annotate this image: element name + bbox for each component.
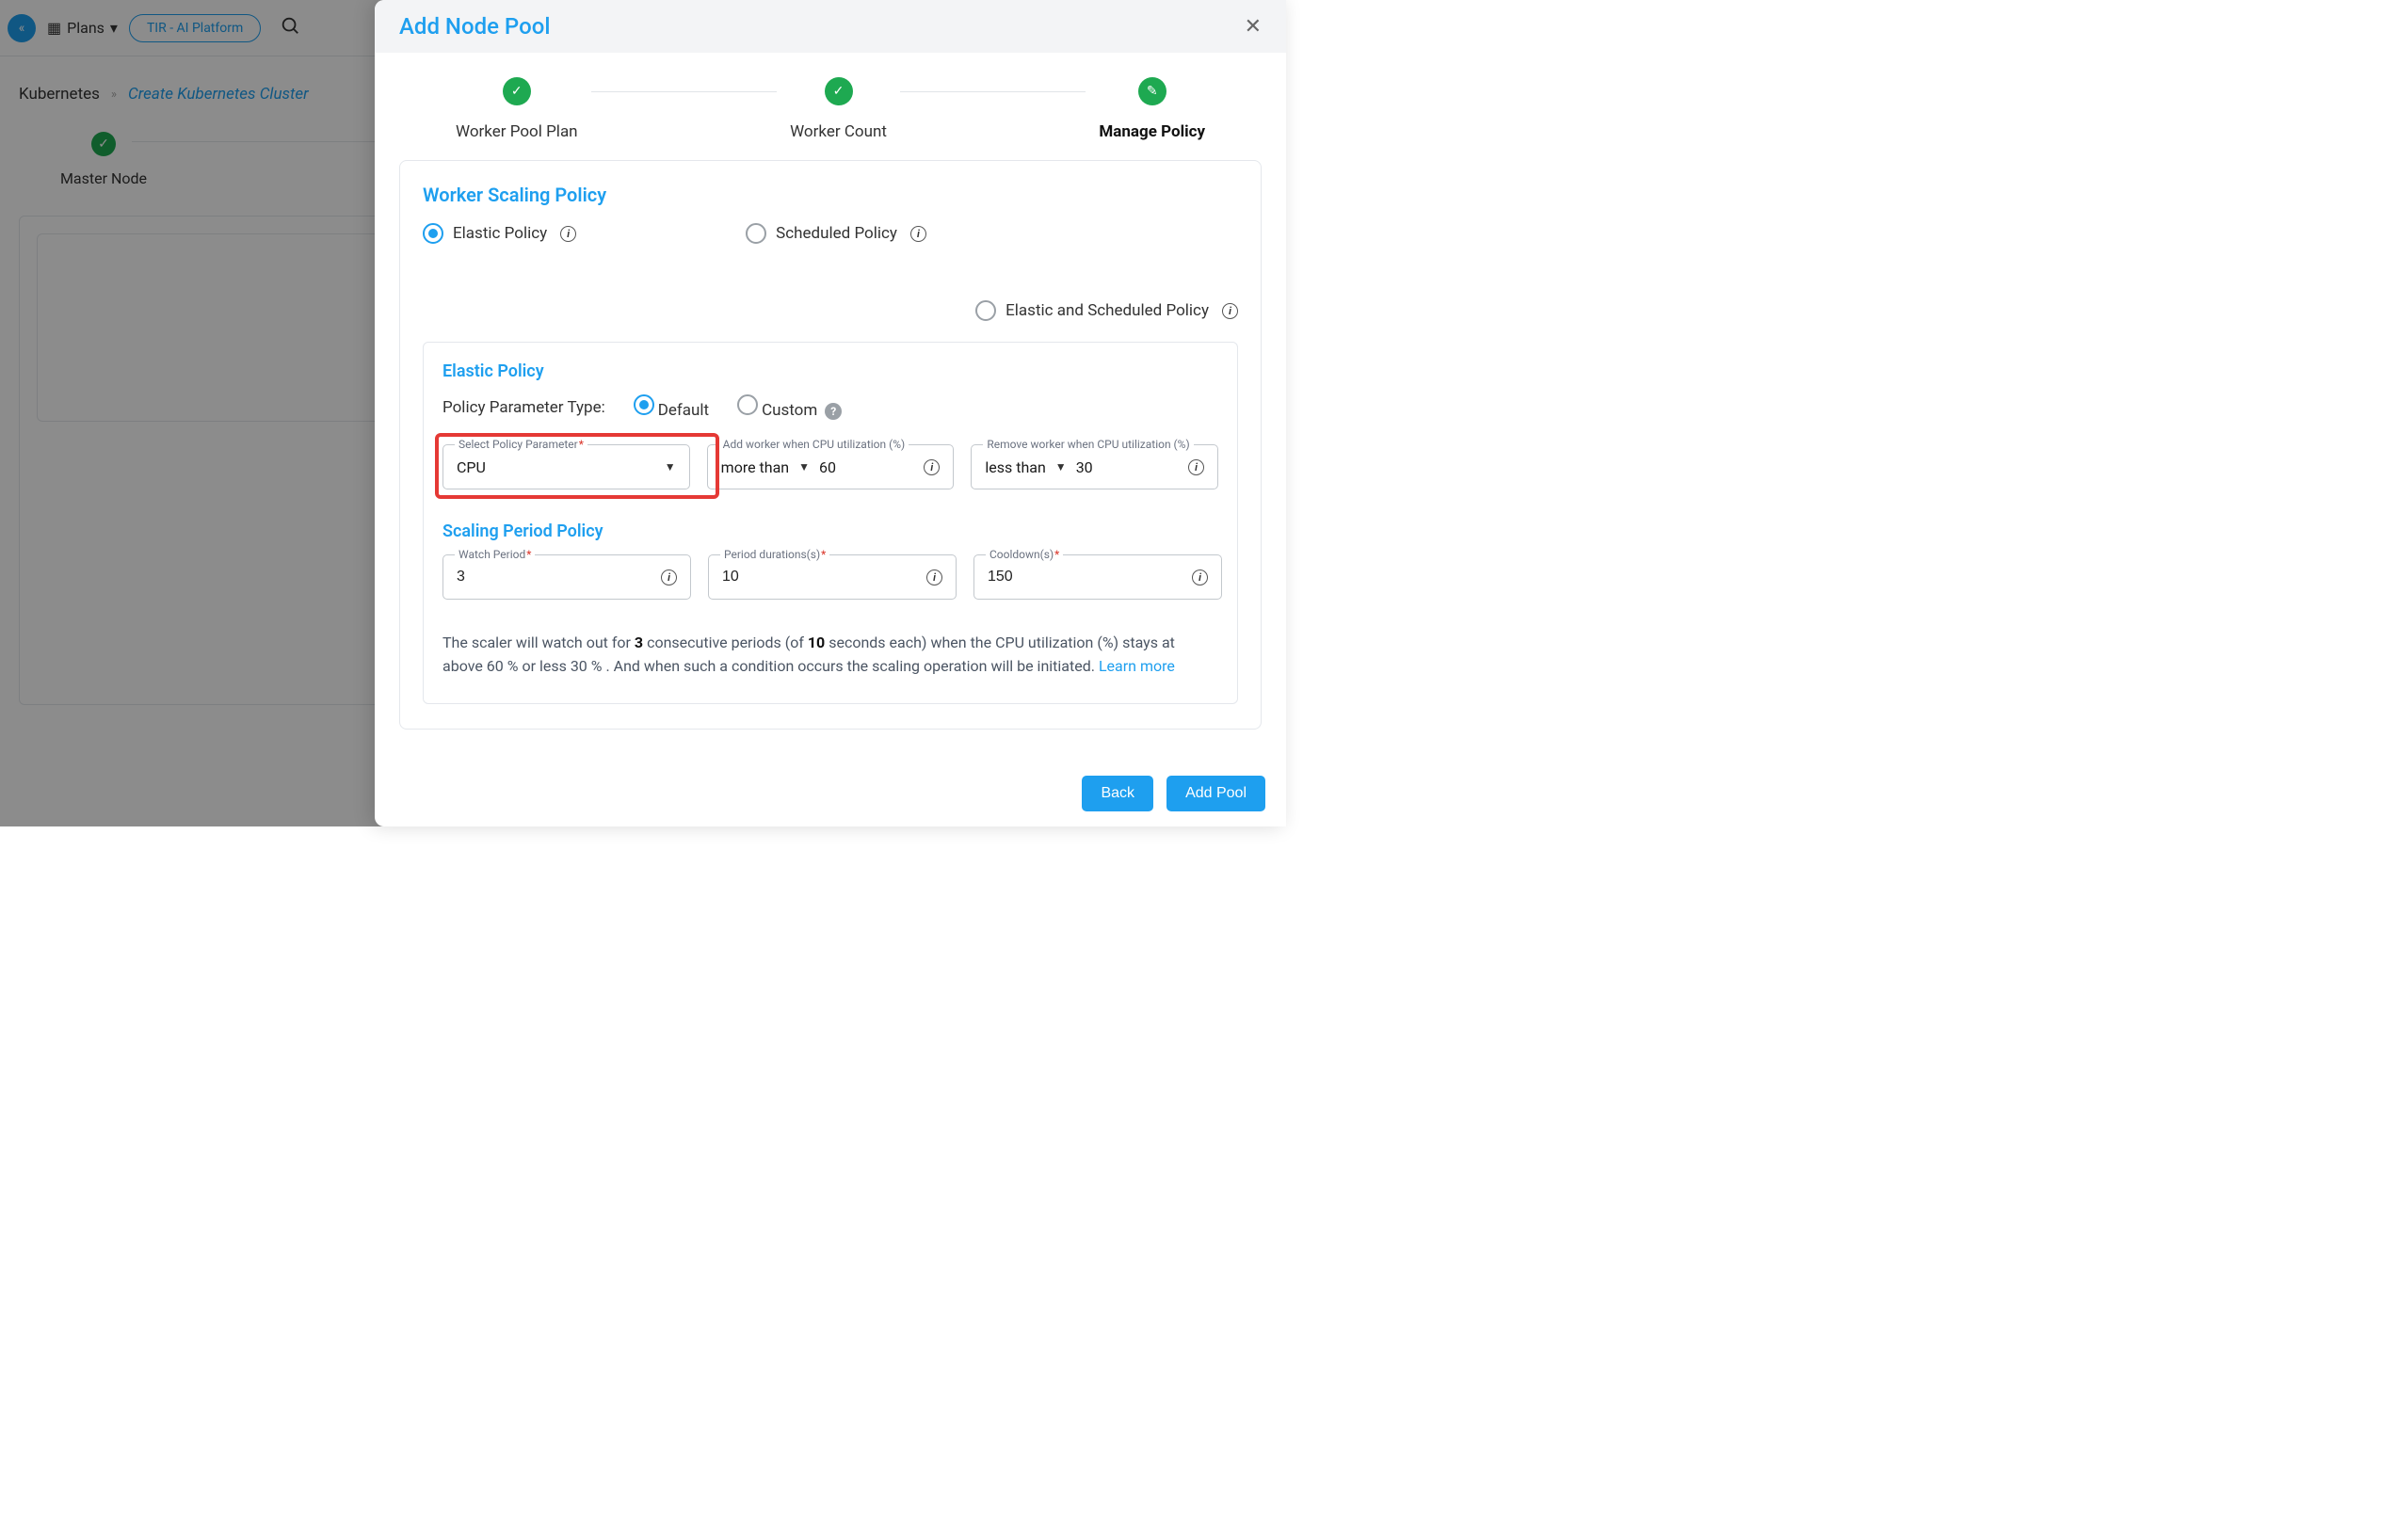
info-icon[interactable]: i [661, 569, 677, 586]
elastic-fields-row: Select Policy Parameter* CPU ▼ Add worke… [442, 444, 1218, 489]
radio-icon [975, 300, 996, 321]
modal-body: ✓ Worker Pool Plan ✓ Worker Count ✎ Mana… [375, 53, 1286, 761]
field-label: Select Policy Parameter* [455, 438, 587, 451]
check-icon: ✓ [825, 77, 853, 105]
chevron-down-icon: ▼ [798, 460, 810, 473]
chevron-down-icon: ▼ [1055, 460, 1067, 473]
field-label: Watch Period* [455, 548, 535, 561]
radio-custom[interactable]: Custom ? [737, 394, 842, 420]
elastic-policy-title: Elastic Policy [442, 361, 1218, 381]
field-label: Add worker when CPU utilization (%) [719, 438, 909, 451]
close-icon[interactable]: ✕ [1245, 15, 1262, 39]
add-pool-button[interactable]: Add Pool [1166, 776, 1265, 811]
radio-icon [746, 223, 766, 244]
scaler-description: The scaler will watch out for 3 consecut… [442, 632, 1218, 679]
info-icon[interactable]: i [924, 459, 940, 475]
edit-icon: ✎ [1138, 77, 1166, 105]
radio-icon [634, 394, 654, 415]
modal-footer: Back Add Pool [375, 761, 1286, 826]
step-line [591, 91, 778, 92]
modal-title: Add Node Pool [399, 13, 550, 40]
param-type-row: Policy Parameter Type: Default Custom ? [442, 394, 1218, 420]
cooldown-field[interactable]: Cooldown(s)* i [973, 554, 1222, 600]
radio-icon [423, 223, 443, 244]
scaling-period-title: Scaling Period Policy [442, 521, 1218, 541]
add-worker-threshold[interactable]: Add worker when CPU utilization (%) more… [707, 444, 955, 489]
info-icon[interactable]: i [926, 569, 942, 586]
field-label: Remove worker when CPU utilization (%) [983, 438, 1193, 451]
add-node-pool-modal: Add Node Pool ✕ ✓ Worker Pool Plan ✓ Wor… [375, 0, 1286, 826]
modal-header: Add Node Pool ✕ [375, 0, 1286, 53]
modal-stepper: ✓ Worker Pool Plan ✓ Worker Count ✎ Mana… [399, 77, 1262, 160]
step-worker-pool-plan[interactable]: ✓ Worker Pool Plan [456, 77, 578, 141]
step-line [900, 91, 1086, 92]
info-icon[interactable]: i [1222, 303, 1238, 319]
field-label: Cooldown(s)* [986, 548, 1063, 561]
radio-elastic[interactable]: Elastic Policy i [423, 223, 576, 244]
scaling-policy-radio-group: Elastic Policy i Scheduled Policy i Elas… [423, 223, 1238, 321]
info-icon[interactable]: i [910, 226, 926, 242]
radio-both[interactable]: Elastic and Scheduled Policy i [975, 300, 1238, 321]
cooldown-input[interactable] [988, 569, 1182, 586]
radio-icon [737, 394, 758, 415]
info-icon[interactable]: i [1188, 459, 1204, 475]
remove-worker-threshold[interactable]: Remove worker when CPU utilization (%) l… [971, 444, 1218, 489]
radio-scheduled[interactable]: Scheduled Policy i [746, 223, 926, 244]
info-icon[interactable]: i [1192, 569, 1208, 586]
help-icon[interactable]: ? [825, 403, 842, 420]
period-duration-input[interactable] [722, 569, 917, 586]
watch-period-input[interactable] [457, 569, 652, 586]
worker-scaling-title: Worker Scaling Policy [423, 184, 1238, 206]
select-policy-parameter[interactable]: Select Policy Parameter* CPU ▼ [442, 444, 690, 489]
info-icon[interactable]: i [560, 226, 576, 242]
elastic-policy-panel: Elastic Policy Policy Parameter Type: De… [423, 342, 1238, 704]
back-button[interactable]: Back [1082, 776, 1153, 811]
chevron-down-icon: ▼ [665, 460, 676, 473]
field-label: Period durations(s)* [720, 548, 829, 561]
period-duration-field[interactable]: Period durations(s)* i [708, 554, 957, 600]
scaling-period-fields: Watch Period* i Period durations(s)* i C… [442, 554, 1218, 600]
learn-more-link[interactable]: Learn more [1099, 657, 1175, 675]
param-type-label: Policy Parameter Type: [442, 398, 605, 417]
step-manage-policy[interactable]: ✎ Manage Policy [1099, 77, 1205, 141]
policy-panel: Worker Scaling Policy Elastic Policy i S… [399, 160, 1262, 730]
check-icon: ✓ [503, 77, 531, 105]
watch-period-field[interactable]: Watch Period* i [442, 554, 691, 600]
radio-default[interactable]: Default [634, 394, 709, 420]
step-worker-count[interactable]: ✓ Worker Count [790, 77, 887, 141]
